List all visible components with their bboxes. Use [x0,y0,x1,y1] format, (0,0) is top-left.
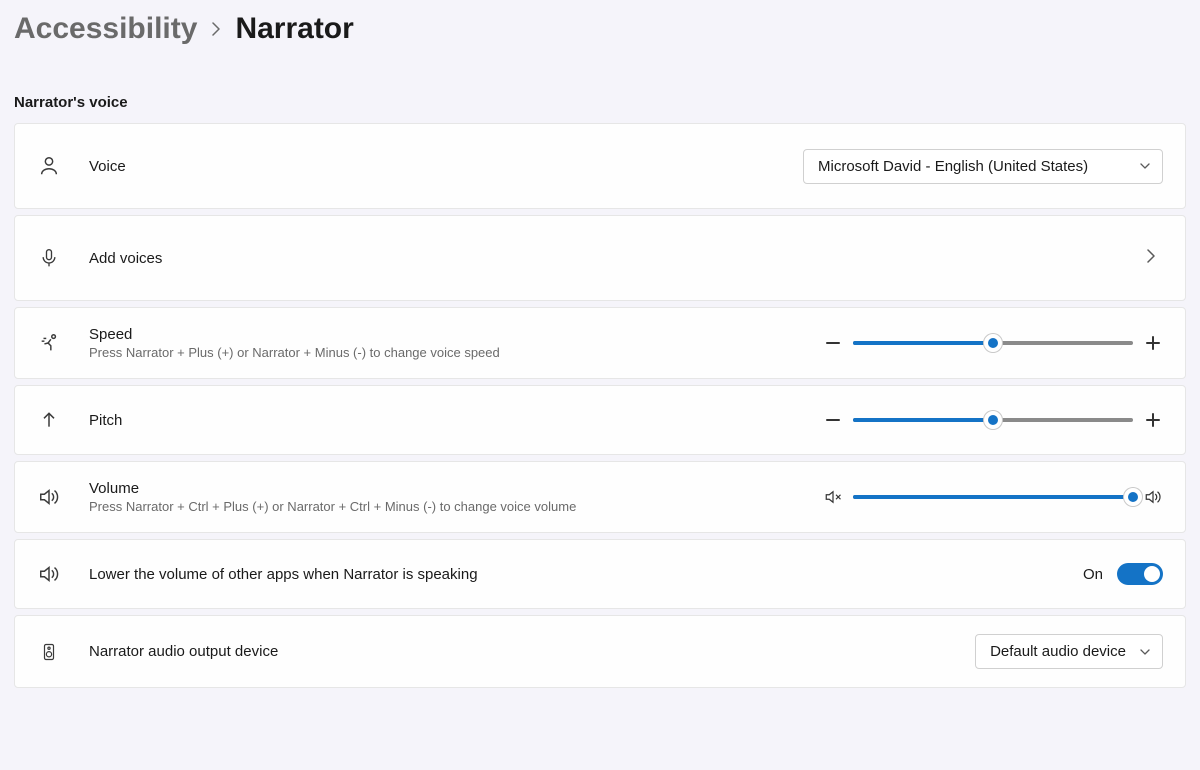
volume-mute-button[interactable] [823,487,843,507]
chevron-right-icon [211,19,221,42]
page-title: Narrator [235,12,353,46]
speed-decrease-button[interactable] [823,333,843,353]
pitch-slider-group [823,410,1163,430]
pitch-label: Pitch [89,412,823,429]
volume-desc: Press Narrator + Ctrl + Plus (+) or Narr… [89,499,823,514]
add-voices-label: Add voices [89,250,1139,267]
row-pitch: Pitch [14,385,1186,455]
breadcrumb-parent[interactable]: Accessibility [14,12,197,46]
volume-label: Volume [89,480,823,497]
speaker-device-icon [37,640,61,664]
row-output-device: Narrator audio output device Default aud… [14,615,1186,688]
row-voice: Voice Microsoft David - English (United … [14,123,1186,209]
running-icon [37,331,61,355]
chevron-down-icon [1140,160,1150,172]
pitch-decrease-button[interactable] [823,410,843,430]
voice-dropdown-value: Microsoft David - English (United States… [818,158,1088,175]
volume-max-button[interactable] [1143,487,1163,507]
speed-slider[interactable] [853,341,1133,345]
row-lower-other-apps: Lower the volume of other apps when Narr… [14,539,1186,609]
lower-other-label: Lower the volume of other apps when Narr… [89,566,1083,583]
volume-slider-group [823,487,1163,507]
toggle-knob [1144,566,1160,582]
microphone-icon [37,246,61,270]
speed-increase-button[interactable] [1143,333,1163,353]
speed-label: Speed [89,326,823,343]
pitch-increase-button[interactable] [1143,410,1163,430]
chevron-down-icon [1140,646,1150,658]
volume-icon [37,485,61,509]
lower-other-state-label: On [1083,566,1103,583]
arrow-up-icon [37,408,61,432]
lower-other-toggle[interactable] [1117,563,1163,585]
speed-desc: Press Narrator + Plus (+) or Narrator + … [89,345,823,360]
output-device-label: Narrator audio output device [89,643,975,660]
pitch-slider[interactable] [853,418,1133,422]
output-device-value: Default audio device [990,643,1126,660]
chevron-right-icon [1139,245,1163,271]
person-icon [37,154,61,178]
volume-icon [37,562,61,586]
output-device-dropdown[interactable]: Default audio device [975,634,1163,669]
voice-label: Voice [89,158,803,175]
row-add-voices[interactable]: Add voices [14,215,1186,301]
row-speed: Speed Press Narrator + Plus (+) or Narra… [14,307,1186,379]
breadcrumb: Accessibility Narrator [14,12,1186,46]
volume-slider[interactable] [853,495,1133,499]
voice-dropdown[interactable]: Microsoft David - English (United States… [803,149,1163,184]
row-volume: Volume Press Narrator + Ctrl + Plus (+) … [14,461,1186,533]
section-heading-narrators-voice: Narrator's voice [14,94,1186,111]
speed-slider-group [823,333,1163,353]
